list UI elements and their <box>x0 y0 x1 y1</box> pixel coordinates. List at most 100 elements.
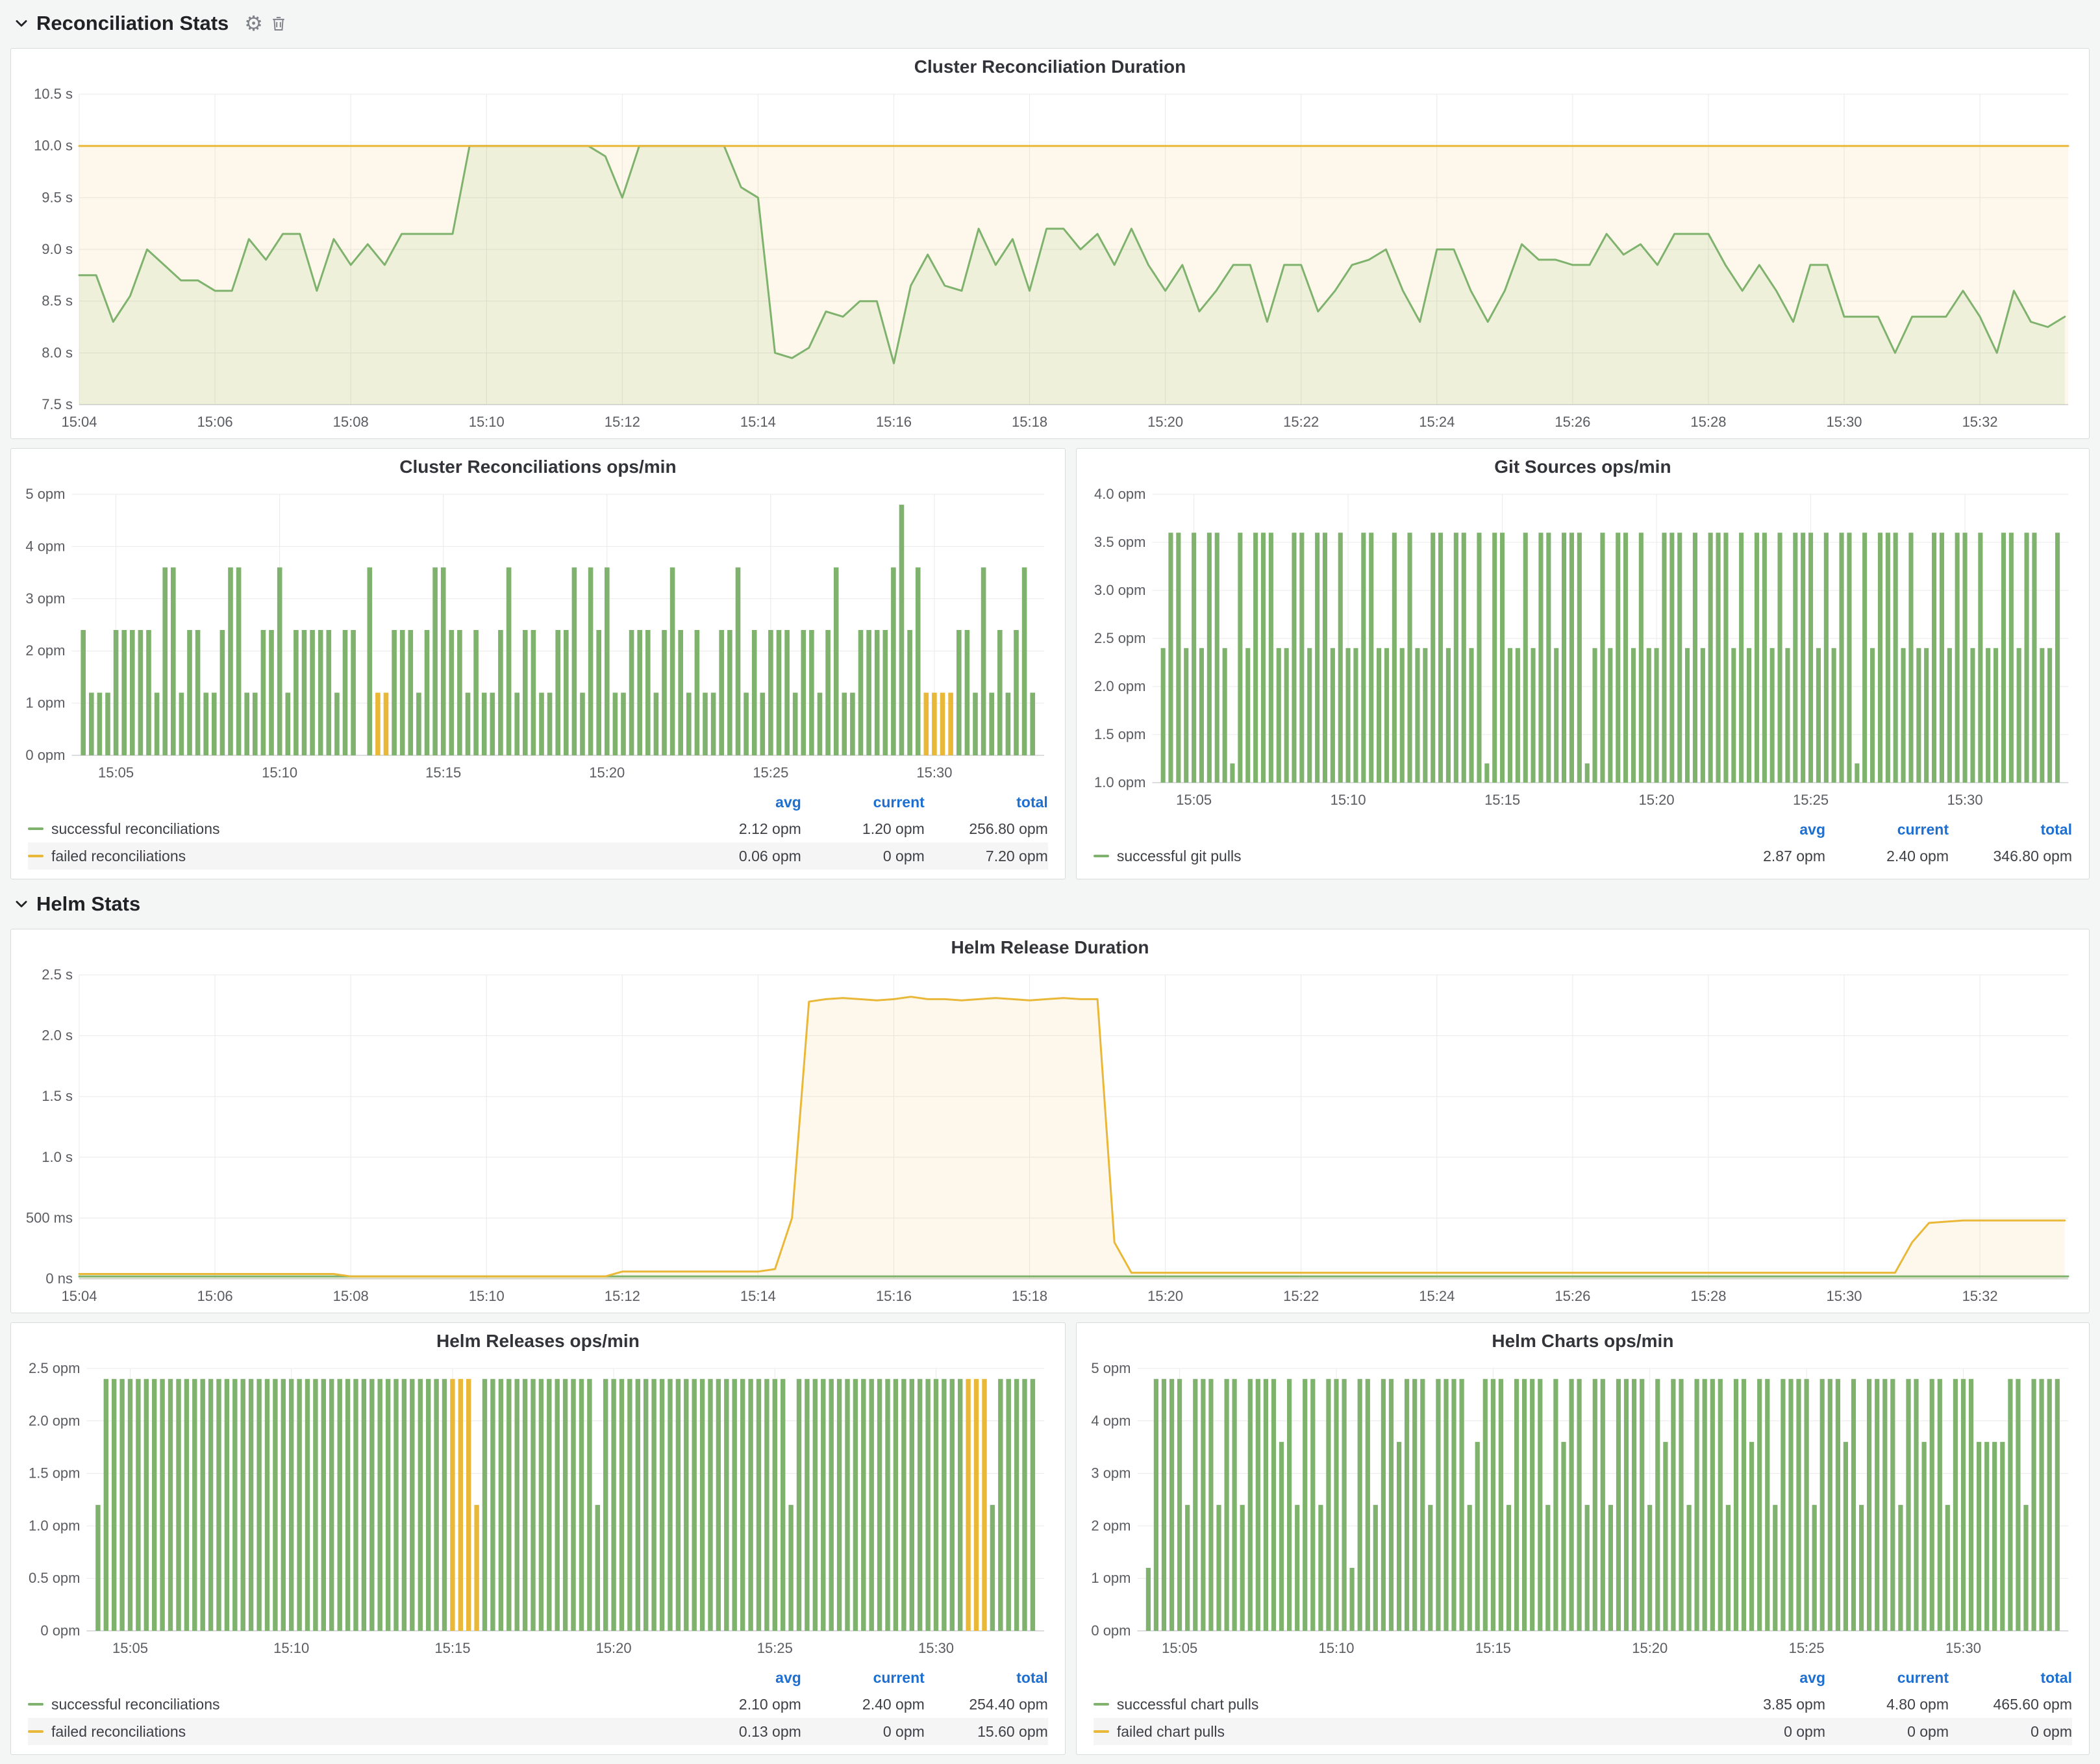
panel-title[interactable]: Cluster Reconciliation Duration <box>11 49 2089 85</box>
time-series-chart[interactable]: 15:0415:0615:0815:1015:1215:1415:1615:18… <box>18 966 2082 1309</box>
svg-text:15:20: 15:20 <box>1638 792 1674 808</box>
legend-stat-total: 7.20 opm <box>925 848 1048 865</box>
panel-title[interactable]: Cluster Reconciliations ops/min <box>11 449 1065 485</box>
gear-icon[interactable]: ⚙ <box>244 13 263 34</box>
svg-text:15:32: 15:32 <box>1962 414 1998 430</box>
svg-text:1 opm: 1 opm <box>1091 1570 1131 1586</box>
svg-text:9.0 s: 9.0 s <box>42 241 73 257</box>
chart-area[interactable]: 15:0515:1015:1515:2015:2515:300 opm1 opm… <box>1083 1359 2082 1661</box>
legend-stat-current: 2.40 opm <box>801 1696 925 1713</box>
legend-col-total[interactable]: total <box>1949 1669 2072 1687</box>
legend-col-avg[interactable]: avg <box>1702 821 1825 838</box>
section-title[interactable]: Helm Stats <box>36 892 140 916</box>
legend-series-label[interactable]: successful reconciliations <box>51 820 220 838</box>
legend-stat-avg: 2.12 opm <box>678 820 801 838</box>
svg-text:1.5 s: 1.5 s <box>42 1088 73 1104</box>
legend-series-label[interactable]: successful reconciliations <box>51 1696 220 1713</box>
chart-area[interactable]: 15:0515:1015:1515:2015:2515:300 opm0.5 o… <box>18 1359 1058 1661</box>
legend-row: failed chart pulls 0 opm 0 opm 0 opm <box>1094 1718 2072 1745</box>
panel-helm-releases-opm: Helm Releases ops/min 15:0515:1015:1515:… <box>10 1322 1066 1755</box>
svg-text:15:06: 15:06 <box>197 414 233 430</box>
legend-header: avg current total <box>1094 816 2072 842</box>
svg-text:15:18: 15:18 <box>1012 1288 1047 1304</box>
chevron-down-icon[interactable] <box>13 15 30 32</box>
svg-text:15:20: 15:20 <box>596 1640 632 1656</box>
legend-series-label[interactable]: failed reconciliations <box>51 848 186 865</box>
section-header-reconciliation-stats[interactable]: Reconciliation Stats ⚙ <box>10 8 2090 39</box>
legend-col-avg[interactable]: avg <box>678 1669 801 1687</box>
legend-series-label[interactable]: successful git pulls <box>1117 848 1242 865</box>
panel-title[interactable]: Helm Releases ops/min <box>11 1323 1065 1359</box>
section-header-helm-stats[interactable]: Helm Stats <box>10 888 2090 920</box>
legend-col-current[interactable]: current <box>1825 821 1949 838</box>
legend-col-current[interactable]: current <box>801 794 925 811</box>
panel-cluster-reconciliation-duration: Cluster Reconciliation Duration 15:0415:… <box>10 48 2090 439</box>
svg-text:4.0 opm: 4.0 opm <box>1094 486 1146 502</box>
svg-text:15:32: 15:32 <box>1962 1288 1998 1304</box>
svg-text:2.0 s: 2.0 s <box>42 1027 73 1044</box>
legend-stat-total: 15.60 opm <box>925 1723 1048 1741</box>
series-color-dash <box>1094 855 1109 857</box>
legend-stat-current: 0 opm <box>801 848 925 865</box>
svg-text:2.5 opm: 2.5 opm <box>1094 630 1146 646</box>
svg-text:0 ns: 0 ns <box>45 1270 73 1287</box>
legend-stat-total: 254.40 opm <box>925 1696 1048 1713</box>
legend-col-avg[interactable]: avg <box>678 794 801 811</box>
svg-text:15:30: 15:30 <box>918 1640 954 1656</box>
legend-col-current[interactable]: current <box>801 1669 925 1687</box>
legend-stat-avg: 3.85 opm <box>1702 1696 1825 1713</box>
svg-text:15:24: 15:24 <box>1419 414 1455 430</box>
chart-area[interactable]: 15:0515:1015:1515:2015:2515:300 opm1 opm… <box>18 485 1058 785</box>
time-series-chart[interactable]: 15:0415:0615:0815:1015:1215:1415:1615:18… <box>18 85 2082 435</box>
svg-text:1.0 s: 1.0 s <box>42 1149 73 1165</box>
svg-text:15:26: 15:26 <box>1555 1288 1590 1304</box>
svg-text:15:14: 15:14 <box>740 414 776 430</box>
bar-chart[interactable]: 15:0515:1015:1515:2015:2515:300 opm0.5 o… <box>18 1359 1058 1661</box>
panel-title[interactable]: Git Sources ops/min <box>1077 449 2089 485</box>
svg-text:15:18: 15:18 <box>1012 414 1047 430</box>
trash-icon[interactable] <box>269 14 288 33</box>
legend-header: avg current total <box>28 789 1048 815</box>
bar-chart[interactable]: 15:0515:1015:1515:2015:2515:300 opm1 opm… <box>18 485 1058 785</box>
legend-stat-current: 2.40 opm <box>1825 848 1949 865</box>
series-color-dash <box>28 855 44 857</box>
bar-chart[interactable]: 15:0515:1015:1515:2015:2515:301.0 opm1.5… <box>1083 485 2082 813</box>
panel-title[interactable]: Helm Release Duration <box>11 929 2089 966</box>
svg-text:15:10: 15:10 <box>273 1640 309 1656</box>
svg-text:15:12: 15:12 <box>605 414 640 430</box>
section-title[interactable]: Reconciliation Stats <box>36 12 229 35</box>
chart-area[interactable]: 15:0415:0615:0815:1015:1215:1415:1615:18… <box>18 966 2082 1309</box>
svg-text:15:14: 15:14 <box>740 1288 776 1304</box>
legend-row: successful reconciliations 2.12 opm 1.20… <box>28 815 1048 842</box>
svg-text:15:05: 15:05 <box>1176 792 1212 808</box>
panel-title[interactable]: Helm Charts ops/min <box>1077 1323 2089 1359</box>
legend-series-label[interactable]: successful chart pulls <box>1117 1696 1259 1713</box>
series-color-dash <box>28 1703 44 1706</box>
svg-text:15:04: 15:04 <box>61 1288 97 1304</box>
svg-text:15:15: 15:15 <box>425 764 461 781</box>
legend-series-label[interactable]: failed chart pulls <box>1117 1723 1225 1741</box>
chevron-down-icon[interactable] <box>13 896 30 913</box>
legend-col-total[interactable]: total <box>925 794 1048 811</box>
panel-row: Helm Releases ops/min 15:0515:1015:1515:… <box>10 1322 2090 1755</box>
legend-series-label[interactable]: failed reconciliations <box>51 1723 186 1741</box>
legend-col-avg[interactable]: avg <box>1702 1669 1825 1687</box>
legend-stat-total: 465.60 opm <box>1949 1696 2072 1713</box>
svg-text:1.0 opm: 1.0 opm <box>1094 774 1146 790</box>
legend-col-total[interactable]: total <box>1949 821 2072 838</box>
bar-chart[interactable]: 15:0515:1015:1515:2015:2515:300 opm1 opm… <box>1083 1359 2082 1661</box>
svg-text:15:25: 15:25 <box>1793 792 1829 808</box>
svg-text:15:24: 15:24 <box>1419 1288 1455 1304</box>
svg-text:2.0 opm: 2.0 opm <box>29 1413 81 1429</box>
dashboard: Reconciliation Stats ⚙ Cluster Reconcili… <box>0 0 2100 1764</box>
legend-header: avg current total <box>28 1665 1048 1691</box>
chart-area[interactable]: 15:0515:1015:1515:2015:2515:301.0 opm1.5… <box>1083 485 2082 813</box>
legend-col-total[interactable]: total <box>925 1669 1048 1687</box>
legend-stat-current: 1.20 opm <box>801 820 925 838</box>
svg-text:3 opm: 3 opm <box>25 590 65 607</box>
svg-text:15:22: 15:22 <box>1283 1288 1319 1304</box>
legend: avg current total successful reconciliat… <box>11 1665 1065 1754</box>
legend-col-current[interactable]: current <box>1825 1669 1949 1687</box>
legend-row: successful git pulls 2.87 opm 2.40 opm 3… <box>1094 842 2072 870</box>
chart-area[interactable]: 15:0415:0615:0815:1015:1215:1415:1615:18… <box>18 85 2082 435</box>
